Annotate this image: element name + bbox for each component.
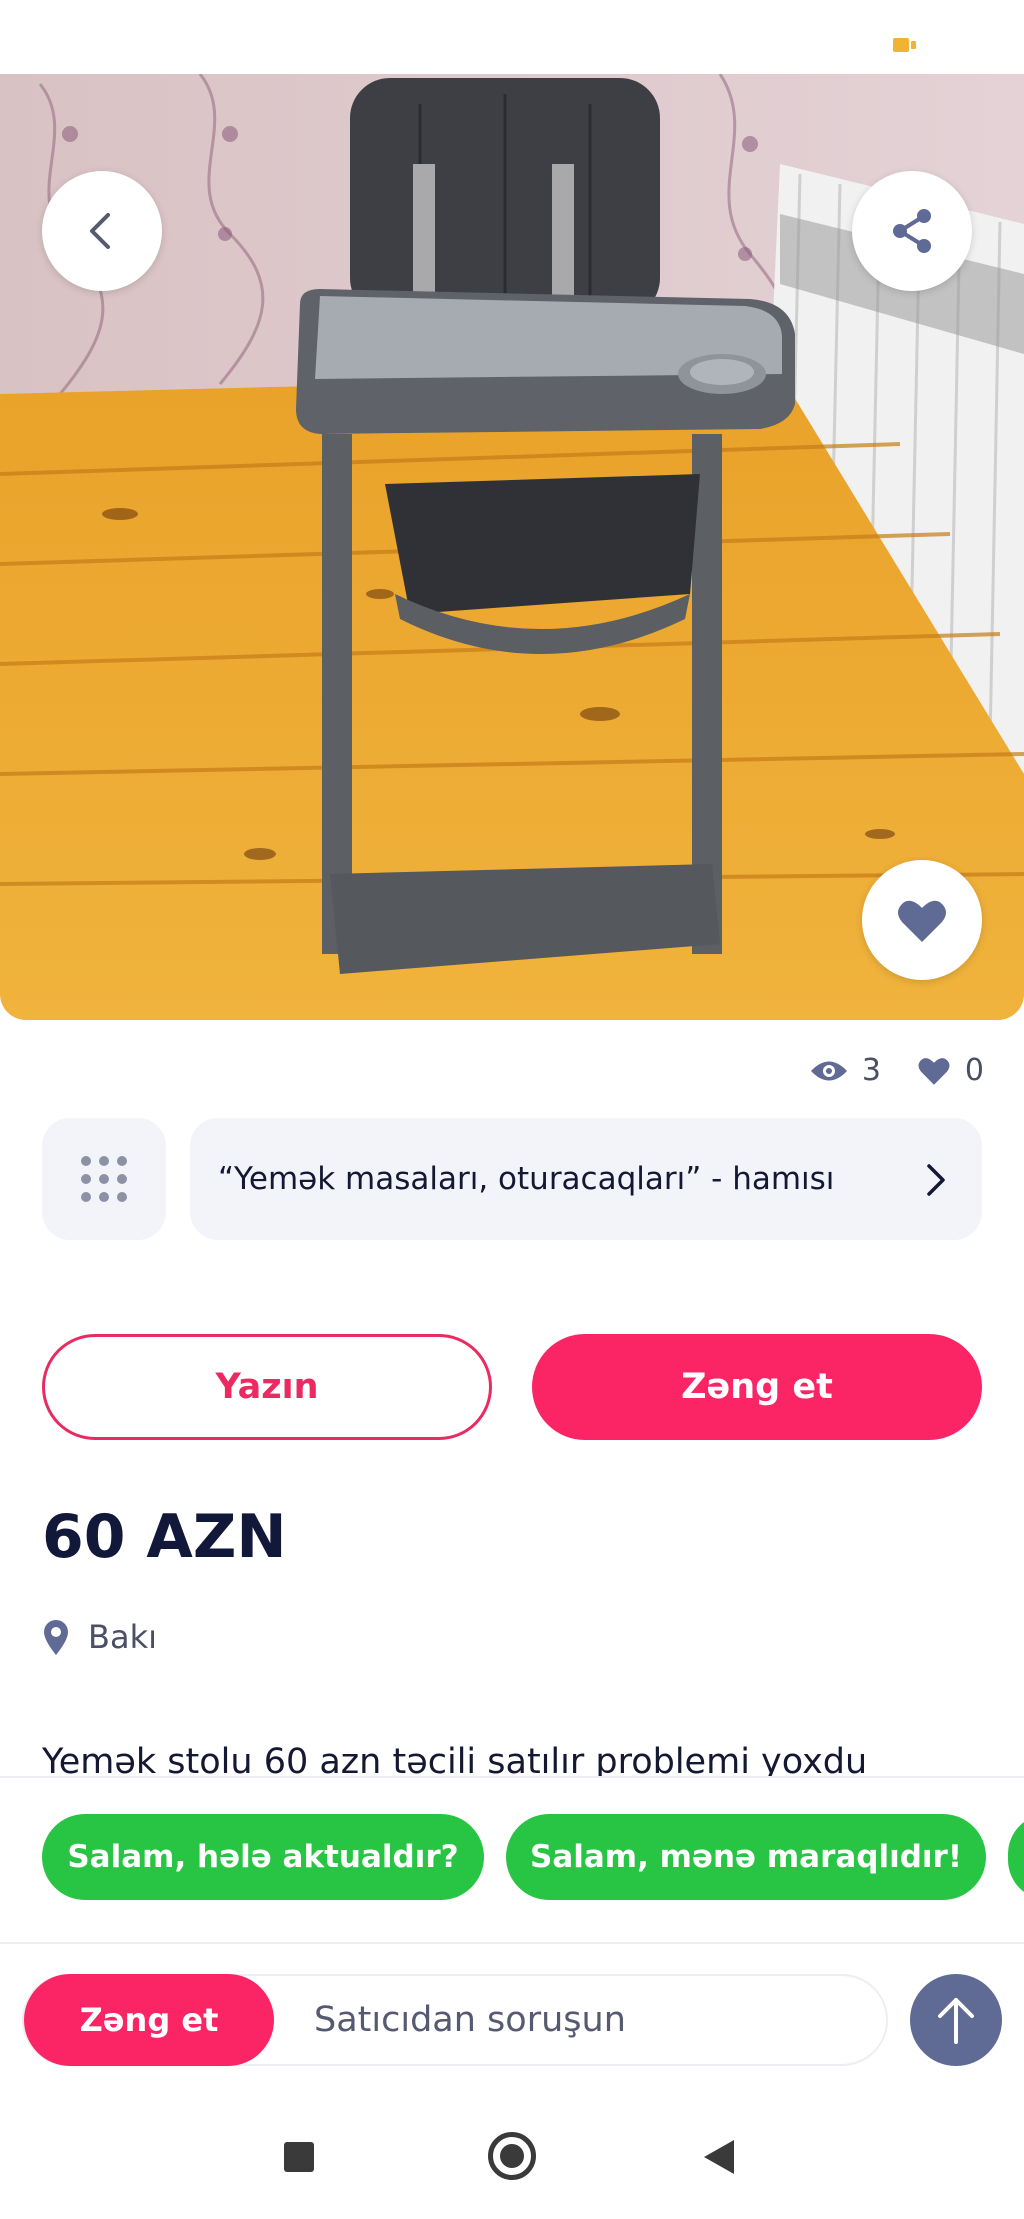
listing-stats: 3 0: [788, 1053, 984, 1088]
send-button[interactable]: [910, 1974, 1002, 2066]
back-button[interactable]: [42, 171, 162, 291]
listing-photo[interactable]: [0, 74, 1024, 1020]
favorite-button[interactable]: [862, 860, 982, 980]
quick-reply-chip[interactable]: Salam, mənə maraqlıdır!: [506, 1814, 986, 1900]
share-button[interactable]: [852, 171, 972, 291]
likes-count: 0: [964, 1053, 984, 1088]
write-button[interactable]: Yazın: [42, 1334, 492, 1440]
message-input[interactable]: [296, 1974, 876, 2066]
chevron-right-icon: [927, 1164, 945, 1196]
location: Bakı: [42, 1618, 157, 1656]
call-button[interactable]: Zəng et: [532, 1334, 982, 1440]
recents-button[interactable]: [284, 2142, 314, 2172]
back-arrow-icon: [90, 213, 110, 249]
system-nav-bar: [0, 2094, 1024, 2219]
status-bar: [0, 0, 1024, 74]
arrow-up-icon: [938, 1998, 974, 2044]
heart-icon: [918, 1058, 950, 1085]
location-pin-icon: [44, 1620, 68, 1655]
composer-call-button[interactable]: Zəng et: [24, 1974, 274, 2066]
category-label: “Yemək masaları, oturacaqları” - hamısı: [218, 1161, 835, 1197]
heart-icon: [898, 900, 946, 942]
categories-button[interactable]: [42, 1118, 166, 1240]
eye-icon: [810, 1061, 847, 1080]
system-back-button[interactable]: [704, 2140, 734, 2174]
views-stat: 3: [810, 1053, 881, 1088]
quick-reply-chip[interactable]: Salam, hələ aktualdır?: [42, 1814, 484, 1900]
share-icon: [893, 209, 931, 253]
listing-description: Yemək stolu 60 azn təcili satılır proble…: [42, 1742, 868, 1776]
category-link[interactable]: “Yemək masaları, oturacaqları” - hamısı: [190, 1118, 982, 1240]
quick-replies: Salam, hələ aktualdır? Salam, mənə maraq…: [0, 1776, 1024, 1942]
battery-icon: [893, 38, 916, 52]
home-button[interactable]: [488, 2132, 536, 2180]
quick-reply-chip[interactable]: [1008, 1814, 1024, 1900]
price: 60 AZN: [42, 1502, 287, 1572]
location-label: Bakı: [88, 1618, 157, 1656]
grid-dots-icon: [81, 1156, 127, 1202]
likes-stat: 0: [917, 1053, 984, 1088]
message-composer: Zəng et: [0, 1942, 1024, 2094]
views-count: 3: [861, 1053, 881, 1088]
